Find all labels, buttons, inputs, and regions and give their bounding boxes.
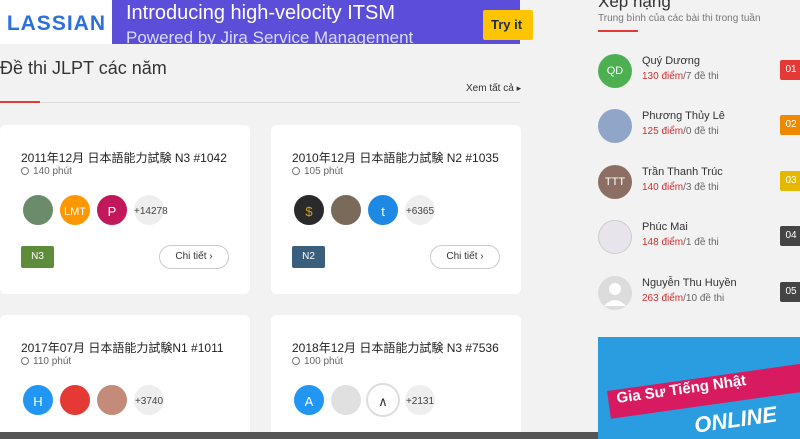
view-all-label: Xem tất cả (466, 83, 514, 94)
ranking-name[interactable]: Phương Thủy Lê (642, 110, 725, 122)
ranking-item[interactable]: TTT Trần Thanh Trúc 140 điểm/3 đề thi 03 (598, 165, 800, 205)
section-divider (0, 102, 520, 103)
chevron-right-icon: › (480, 251, 484, 262)
detail-label: Chi tiết (446, 251, 478, 262)
participant-count: +6365 (403, 193, 437, 227)
avatar (598, 220, 632, 254)
exam-duration-text: 140 phút (33, 166, 72, 177)
try-it-button[interactable]: Try it (483, 10, 533, 40)
exam-duration: 100 phút (292, 356, 343, 367)
avatar: LMT (58, 193, 92, 227)
avatar: $ (292, 193, 326, 227)
banner-title: Introducing high-velocity ITSM (126, 2, 396, 24)
points: 140 điểm (642, 182, 684, 193)
exam-duration-text: 110 phút (33, 356, 72, 367)
avatar (21, 193, 55, 227)
avatar: H (21, 383, 55, 417)
ranking-name[interactable]: Trần Thanh Trúc (642, 166, 723, 178)
exam-card[interactable]: 2011年12月 日本語能力試験 N3 #1042 140 phút LMT P… (0, 125, 250, 294)
points: 263 điểm (642, 293, 684, 304)
section-title: Đề thi JLPT các năm (0, 58, 167, 78)
rank-badge: 01 (780, 60, 800, 80)
exam-duration-text: 105 phút (304, 166, 343, 177)
test-count: /10 đề thi (683, 293, 725, 304)
detail-label: Chi tiết (175, 251, 207, 262)
test-count: /3 đề thi (683, 182, 719, 193)
section-accent-line (0, 101, 40, 103)
cat-avatar: ∧ (366, 383, 400, 417)
avatar (329, 193, 363, 227)
bottom-strip (0, 432, 600, 439)
exam-card[interactable]: 2010年12月 日本語能力試験 N2 #1035 105 phút $ t +… (271, 125, 521, 294)
detail-button[interactable]: Chi tiết › (159, 245, 229, 269)
rank-badge: 05 (780, 282, 800, 302)
ranking-name[interactable]: Nguyễn Thu Huyền (642, 277, 737, 289)
exam-title[interactable]: 2011年12月 日本語能力試験 N3 #1042 (21, 149, 227, 166)
avatar (58, 383, 92, 417)
ranking-item[interactable]: Nguyễn Thu Huyền 263 điểm/10 đề thi 05 (598, 276, 800, 316)
exam-title[interactable]: 2010年12月 日本語能力試験 N2 #1035 (292, 149, 499, 166)
avatar (95, 383, 129, 417)
ad-line2: ONLINE (692, 401, 779, 438)
chevron-right-icon: ▸ (516, 83, 522, 93)
view-all-link[interactable]: Xem tất cả ▸ (466, 83, 521, 94)
chevron-right-icon: › (209, 251, 213, 262)
ranking-item[interactable]: Phương Thủy Lê 125 điểm/0 đề thi 02 (598, 109, 800, 149)
detail-button[interactable]: Chi tiết › (430, 245, 500, 269)
rank-badge: 04 (780, 226, 800, 246)
exam-title[interactable]: 2017年07月 日本語能力試験N1 #1011 (21, 339, 224, 356)
level-badge: N3 (21, 246, 54, 268)
clock-icon (292, 167, 300, 175)
exam-duration: 140 phút (21, 166, 72, 177)
atlassian-logo: LASSIAN (0, 0, 112, 44)
test-count: /1 đề thi (683, 237, 719, 248)
banner-subtitle: Powered by Jira Service Management (126, 28, 414, 44)
participant-count: +3740 (132, 383, 166, 417)
points: 148 điểm (642, 237, 684, 248)
ranking-score: 263 điểm/10 đề thi (642, 293, 724, 304)
test-count: /0 đề thi (683, 126, 719, 137)
ranking-score: 125 điểm/0 đề thi (642, 126, 719, 137)
clock-icon (21, 357, 29, 365)
ranking-item[interactable]: Phúc Mai 148 điểm/1 đề thi 04 (598, 220, 800, 260)
avatar: t (366, 193, 400, 227)
tutor-ad-banner[interactable]: Gia Sư Tiếng Nhật ONLINE (598, 337, 800, 439)
exam-title[interactable]: 2018年12月 日本語能力試験 N3 #7536 (292, 339, 499, 356)
rank-badge: 02 (780, 115, 800, 135)
exam-duration: 105 phút (292, 166, 343, 177)
avatar: A (292, 383, 326, 417)
user-silhouette-icon (604, 283, 626, 306)
ranking-subtitle: Trung bình của các bài thi trong tuần (598, 13, 761, 24)
participant-count: +2131 (403, 383, 437, 417)
ranking-title: Xếp hạng (598, 0, 671, 11)
ranking-accent-line (598, 30, 638, 32)
participant-count: +14278 (132, 193, 168, 227)
exam-duration: 110 phút (21, 356, 71, 367)
clock-icon (21, 167, 29, 175)
ranking-score: 130 điểm/7 đề thi (642, 71, 719, 82)
ranking-score: 140 điểm/3 đề thi (642, 182, 719, 193)
avatar: P (95, 193, 129, 227)
ranking-item[interactable]: QD Quý Dương 130 điểm/7 đề thi 01 (598, 54, 800, 94)
default-avatar-icon (598, 276, 632, 310)
exam-card[interactable]: 2018年12月 日本語能力試験 N3 #7536 100 phút A ∧ +… (271, 315, 521, 439)
ranking-score: 148 điểm/1 đề thi (642, 237, 719, 248)
avatar (598, 109, 632, 143)
ranking-name[interactable]: Phúc Mai (642, 221, 688, 233)
ranking-name[interactable]: Quý Dương (642, 55, 700, 67)
points: 130 điểm (642, 71, 684, 82)
avatar: TTT (598, 165, 632, 199)
points: 125 điểm (642, 126, 684, 137)
test-count: /7 đề thi (683, 71, 719, 82)
avatar (329, 383, 363, 417)
promo-banner[interactable]: LASSIAN Introducing high-velocity ITSM P… (0, 0, 520, 44)
exam-card[interactable]: 2017年07月 日本語能力試験N1 #1011 110 phút H +374… (0, 315, 250, 439)
clock-icon (292, 357, 300, 365)
level-badge: N2 (292, 246, 325, 268)
rank-badge: 03 (780, 171, 800, 191)
exam-duration-text: 100 phút (304, 356, 343, 367)
avatar: QD (598, 54, 632, 88)
